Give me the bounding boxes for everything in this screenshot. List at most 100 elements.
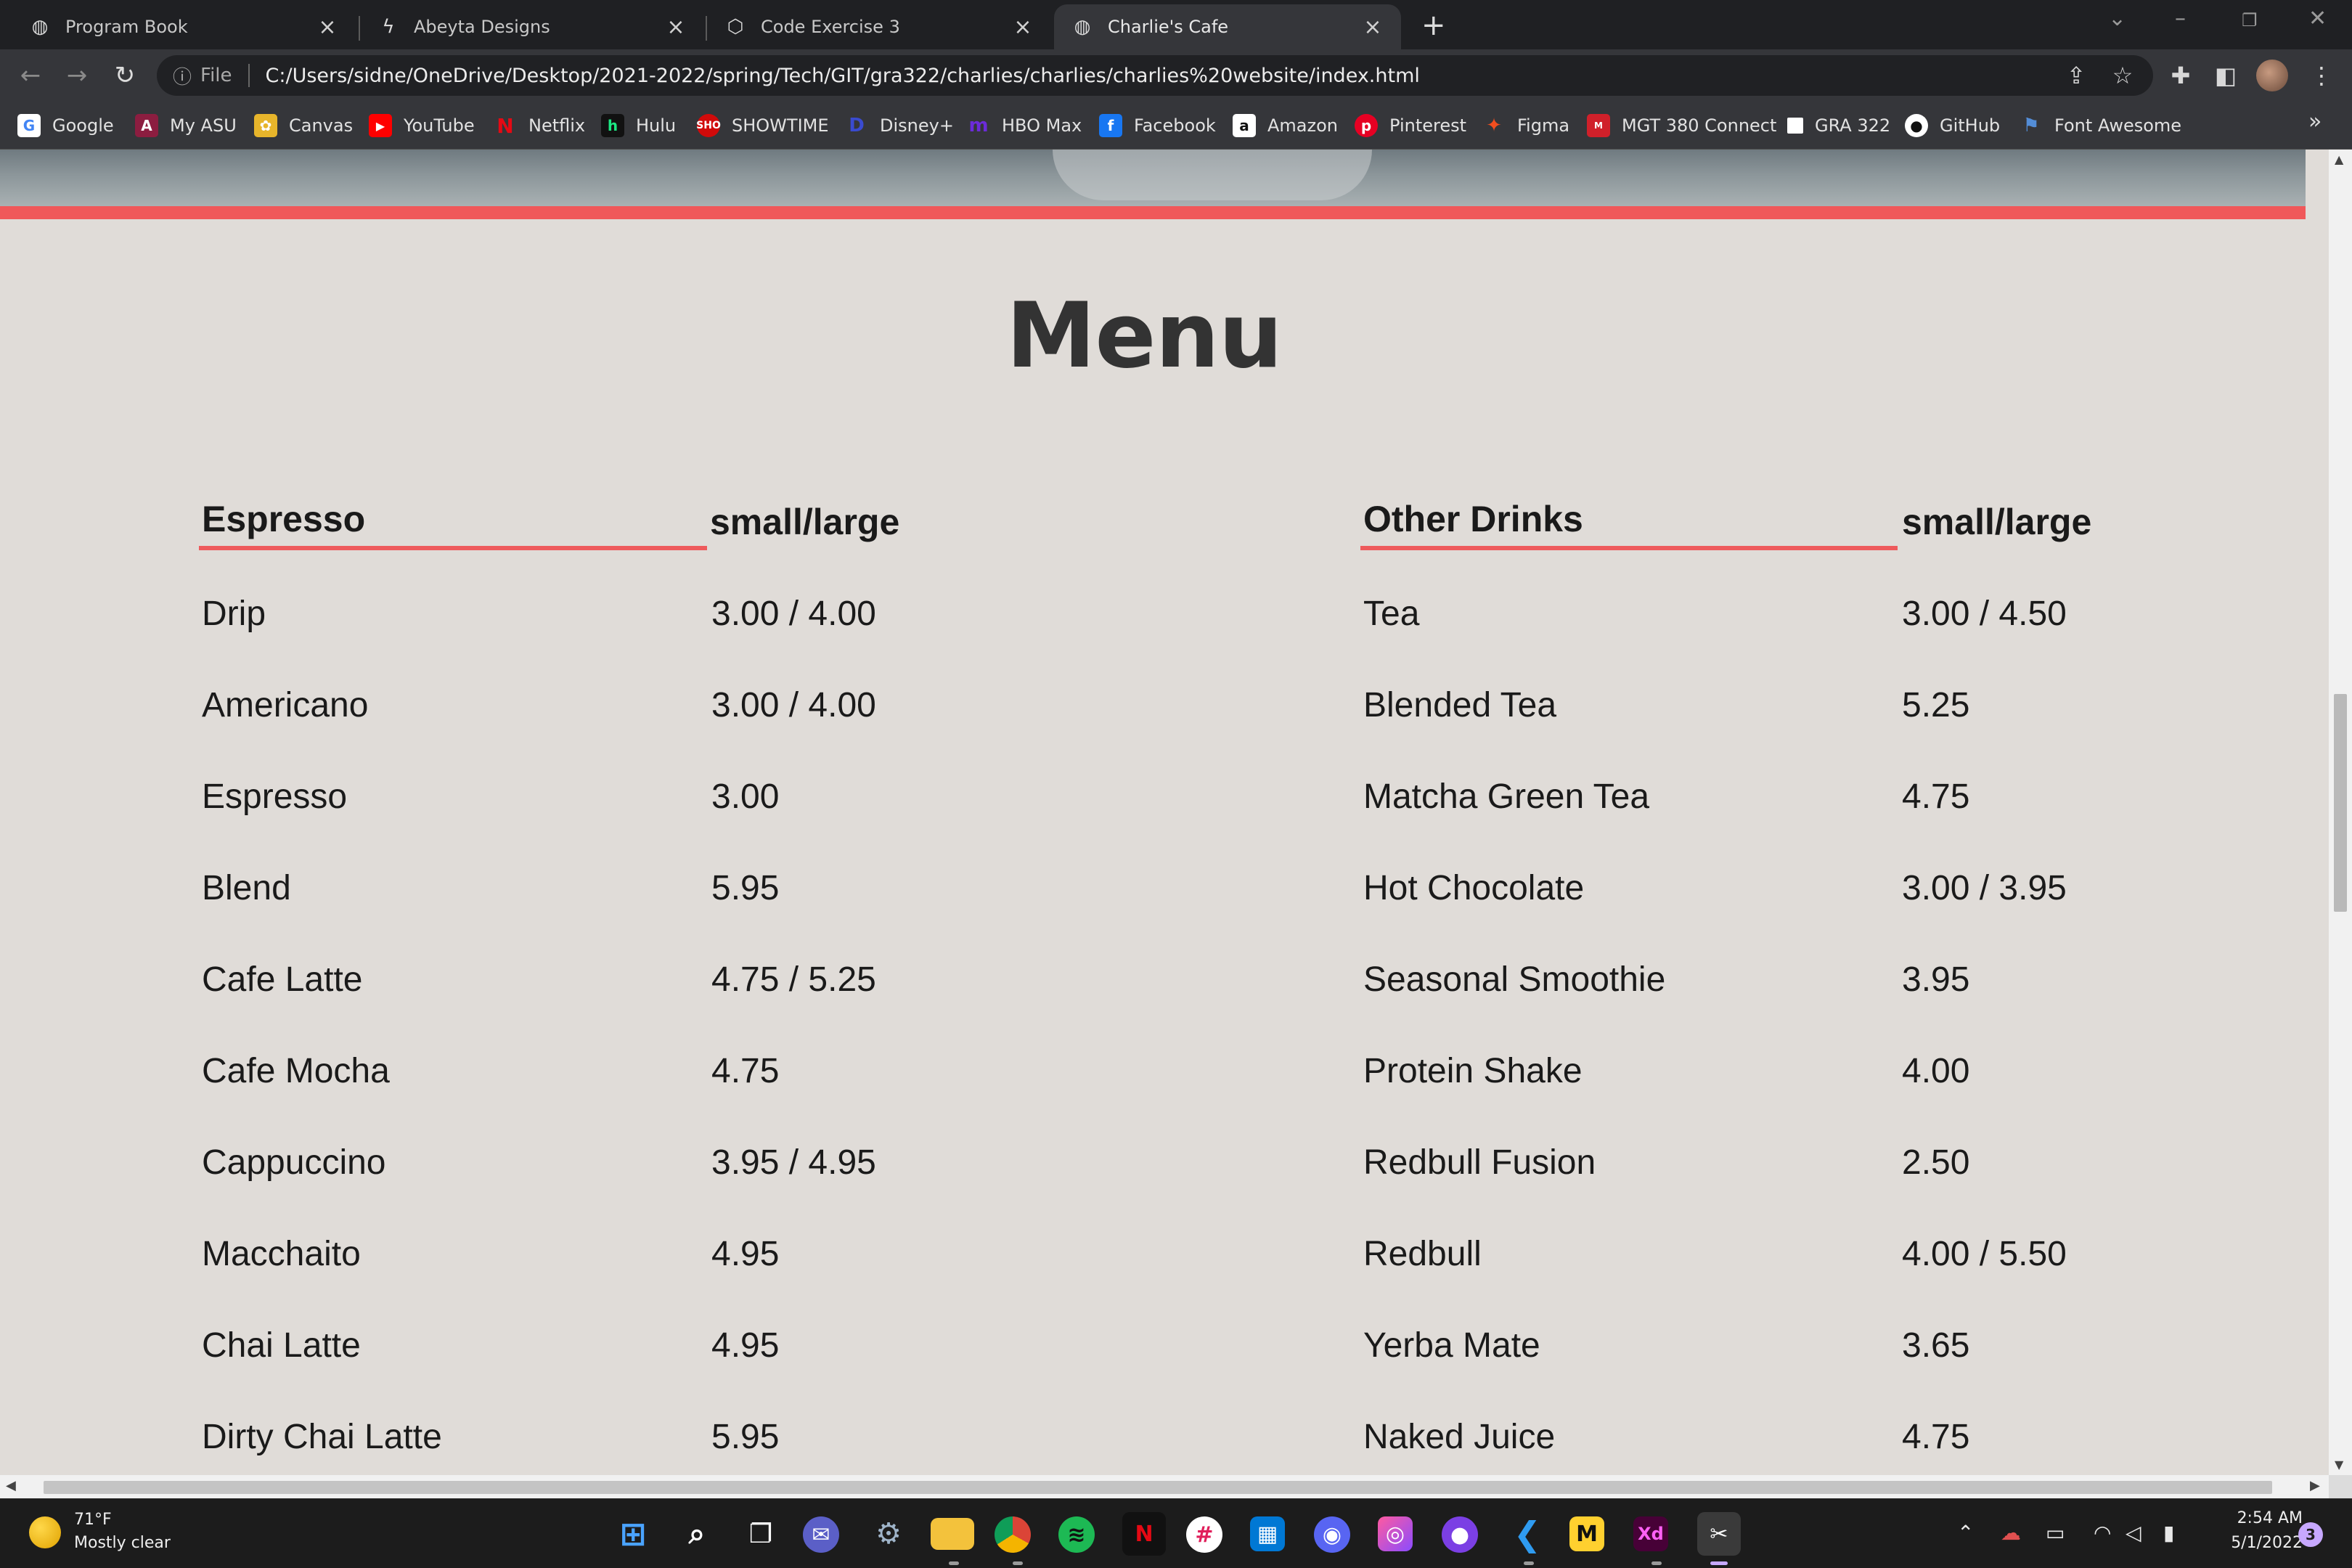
other-drinks-heading-underline bbox=[1360, 546, 1898, 550]
clock-date[interactable]: 5/1/2022 bbox=[2208, 1534, 2303, 1552]
more-menu-icon[interactable]: ⋮ bbox=[2306, 60, 2337, 91]
horizontal-scrollbar[interactable]: ◀ ▶ bbox=[0, 1475, 2329, 1498]
onedrive-icon[interactable]: ☁ bbox=[2001, 1521, 2021, 1545]
notification-badge[interactable]: 3 bbox=[2298, 1522, 2323, 1547]
bookmark-figma[interactable]: ✦ Figma bbox=[1482, 110, 1569, 141]
weather-description[interactable]: Mostly clear bbox=[74, 1534, 171, 1552]
profile-avatar[interactable] bbox=[2256, 60, 2288, 91]
search-icon[interactable]: ⌕ bbox=[675, 1512, 719, 1556]
address-divider bbox=[248, 64, 250, 87]
netflix-icon[interactable]: N bbox=[1122, 1512, 1166, 1556]
bookmark-netflix[interactable]: N Netflix bbox=[494, 110, 585, 141]
task-view-icon[interactable]: ❐ bbox=[739, 1512, 783, 1556]
bookmark-label: Amazon bbox=[1267, 115, 1338, 136]
bookmark-facebook[interactable]: f Facebook bbox=[1099, 110, 1216, 141]
bookmark-label: Canvas bbox=[289, 115, 354, 136]
bookmark-label: GitHub bbox=[1940, 115, 2001, 136]
bookmarks-overflow-button[interactable]: » bbox=[2308, 109, 2322, 134]
google-icon: G bbox=[17, 114, 41, 137]
bookmark-canvas[interactable]: ✿ Canvas bbox=[254, 110, 353, 141]
running-indicator bbox=[1651, 1561, 1662, 1565]
running-indicator bbox=[1013, 1561, 1023, 1565]
bookmark-google[interactable]: G Google bbox=[17, 110, 114, 141]
close-tab-icon[interactable]: × bbox=[1362, 15, 1384, 40]
close-window-button[interactable]: ✕ bbox=[2308, 6, 2327, 31]
new-tab-button[interactable]: + bbox=[1421, 9, 1446, 42]
close-tab-icon[interactable]: × bbox=[665, 15, 687, 40]
tab-title: Code Exercise 3 bbox=[761, 17, 900, 37]
settings-icon[interactable]: ⚙ bbox=[867, 1512, 910, 1556]
tab-program-book[interactable]: ◍ Program Book × bbox=[12, 4, 356, 49]
display-icon[interactable]: ▭ bbox=[2046, 1521, 2065, 1545]
bookmark-label: Google bbox=[52, 115, 114, 136]
globe-icon: ◍ bbox=[1074, 16, 1091, 38]
tab-title: Abeyta Designs bbox=[414, 17, 550, 37]
scheme-label: File bbox=[200, 65, 232, 86]
page-icon bbox=[1787, 118, 1803, 134]
minimize-button[interactable]: – bbox=[2175, 6, 2186, 31]
share-icon[interactable]: ⇪ bbox=[2060, 60, 2092, 91]
battery-icon[interactable]: ▮ bbox=[2163, 1521, 2174, 1545]
bookmark-disney[interactable]: D Disney+ bbox=[845, 110, 954, 141]
scroll-down-icon[interactable]: ▼ bbox=[2335, 1458, 2343, 1471]
scroll-right-icon[interactable]: ▶ bbox=[2310, 1478, 2320, 1493]
miro-icon[interactable]: M bbox=[1569, 1516, 1604, 1551]
windows-start-icon[interactable]: ⊞ bbox=[611, 1512, 655, 1556]
weather-temperature[interactable]: 71°F bbox=[74, 1511, 112, 1529]
side-panel-icon[interactable]: ◧ bbox=[2210, 60, 2242, 91]
discord-icon[interactable]: ◉ bbox=[1314, 1516, 1350, 1553]
bookmark-my-asu[interactable]: A My ASU bbox=[135, 110, 237, 141]
restore-button[interactable]: ❐ bbox=[2242, 10, 2258, 30]
extensions-icon[interactable]: ✚ bbox=[2165, 60, 2197, 91]
close-tab-icon[interactable]: × bbox=[317, 15, 338, 40]
vscode-icon[interactable]: ❮ bbox=[1506, 1512, 1549, 1556]
file-explorer-icon[interactable] bbox=[931, 1518, 974, 1550]
address-bar[interactable]: ⓘ File C:/Users/sidne/OneDrive/Desktop/2… bbox=[157, 55, 2153, 96]
horizontal-scroll-thumb[interactable] bbox=[44, 1481, 2272, 1494]
scroll-left-icon[interactable]: ◀ bbox=[6, 1478, 16, 1493]
scroll-up-icon[interactable]: ▲ bbox=[2335, 152, 2343, 166]
spotify-icon[interactable]: ≋ bbox=[1058, 1516, 1095, 1553]
reload-button[interactable]: ↻ bbox=[107, 58, 142, 93]
showtime-icon: SHO bbox=[696, 114, 721, 137]
bookmark-github[interactable]: ● GitHub bbox=[1905, 110, 2000, 141]
bookmark-star-icon[interactable]: ☆ bbox=[2107, 60, 2139, 91]
adobe-xd-icon[interactable]: Xd bbox=[1633, 1516, 1668, 1551]
close-tab-icon[interactable]: × bbox=[1012, 15, 1034, 40]
wifi-icon[interactable]: ◠ bbox=[2094, 1521, 2111, 1545]
store-icon[interactable]: ▦ bbox=[1250, 1516, 1285, 1551]
vertical-scrollbar[interactable]: ▲ ▼ bbox=[2329, 150, 2352, 1475]
espresso-item-name: Drip bbox=[202, 595, 266, 633]
tab-abeyta-designs[interactable]: ϟ Abeyta Designs × bbox=[360, 4, 704, 49]
volume-icon[interactable]: ◁ bbox=[2126, 1521, 2141, 1545]
chrome-icon[interactable] bbox=[995, 1516, 1031, 1553]
back-button[interactable]: ← bbox=[13, 58, 48, 93]
tab-charlies-cafe[interactable]: ◍ Charlie's Cafe × bbox=[1054, 4, 1401, 49]
github-icon: ● bbox=[1905, 114, 1928, 137]
bookmark-showtime[interactable]: SHO SHOWTIME bbox=[696, 110, 829, 141]
bookmark-amazon[interactable]: a Amazon bbox=[1233, 110, 1338, 141]
bookmark-font-awesome[interactable]: ⚑ Font Awesome bbox=[2020, 110, 2181, 141]
tray-overflow-icon[interactable]: ⌃ bbox=[1957, 1521, 1974, 1545]
forward-button[interactable]: → bbox=[60, 58, 94, 93]
tab-search-icon[interactable]: ⌄ bbox=[2108, 6, 2126, 31]
bookmark-mgt380[interactable]: M MGT 380 Connect bbox=[1587, 110, 1776, 141]
teams-chat-icon[interactable]: ✉ bbox=[803, 1516, 839, 1553]
url-text[interactable]: C:/Users/sidne/OneDrive/Desktop/2021-202… bbox=[266, 65, 1420, 87]
github-desktop-icon[interactable]: ● bbox=[1442, 1516, 1478, 1553]
bookmark-gra322[interactable]: GRA 322 bbox=[1783, 110, 1890, 141]
bookmark-pinterest[interactable]: p Pinterest bbox=[1355, 110, 1466, 141]
bookmark-hbo-max[interactable]: m HBO Max bbox=[967, 110, 1082, 141]
tab-code-exercise[interactable]: ⬡ Code Exercise 3 × bbox=[707, 4, 1051, 49]
slack-icon[interactable]: # bbox=[1186, 1516, 1222, 1553]
snipping-tool-icon[interactable]: ✂ bbox=[1697, 1512, 1741, 1556]
amazon-icon: a bbox=[1233, 114, 1256, 137]
clock-time[interactable]: 2:54 AM bbox=[2216, 1509, 2303, 1527]
vertical-scroll-thumb[interactable] bbox=[2334, 694, 2347, 912]
weather-moon-icon[interactable] bbox=[29, 1516, 61, 1548]
bookmark-hulu[interactable]: h Hulu bbox=[601, 110, 676, 141]
info-icon[interactable]: ⓘ bbox=[173, 62, 192, 89]
photos-icon[interactable]: ◎ bbox=[1378, 1516, 1413, 1551]
espresso-heading-underline bbox=[199, 546, 707, 550]
bookmark-youtube[interactable]: ▶ YouTube bbox=[369, 110, 475, 141]
